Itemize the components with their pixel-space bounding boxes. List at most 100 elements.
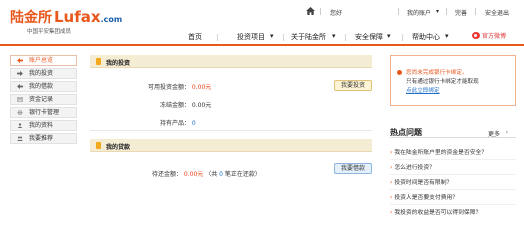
borrow-button[interactable]: 我要借款 bbox=[334, 163, 372, 174]
divider bbox=[398, 8, 399, 15]
weibo-link[interactable]: 官方微博 bbox=[472, 31, 506, 40]
bank-card-notice: 您尚未完成银行卡绑定。 只有通过银行卡绑定才能取现 点此立即绑定 bbox=[390, 55, 516, 106]
investment-panel: 我的投资 可用投资金额： 0.00元 冻结金额： 0.00元 持有产品： 0 我… bbox=[90, 55, 372, 127]
divider bbox=[283, 34, 284, 41]
divider bbox=[390, 204, 516, 205]
sidebar-item-label: 账户总览 bbox=[29, 57, 54, 64]
chevron-down-icon: ▾ bbox=[270, 32, 274, 40]
arrow-left-icon bbox=[17, 58, 23, 63]
panel-header: 我的投资 bbox=[90, 55, 372, 68]
logo-cn-text: 陆金所 bbox=[10, 10, 52, 26]
document-icon bbox=[17, 97, 23, 102]
faq-item-text: 投资时间是否有限制？ bbox=[394, 180, 453, 186]
loan-panel: 我的贷款 待还金额： 0.00元 （共 0 笔正在还款） 我要借款 bbox=[90, 139, 372, 189]
gear-icon bbox=[17, 110, 23, 115]
sidebar-item-label: 银行卡管理 bbox=[29, 109, 60, 116]
panel-marker bbox=[96, 58, 101, 65]
divider bbox=[390, 174, 516, 175]
header: 陆金所 Lufax .com 中国平安集团成员 您好 我的账户 ▾ 完善 安全退… bbox=[0, 0, 524, 35]
divider bbox=[217, 34, 218, 41]
divider bbox=[320, 8, 321, 15]
frozen-amount-row: 冻结金额： 0.00元 bbox=[126, 100, 211, 109]
nav-underline bbox=[0, 44, 524, 46]
invest-button[interactable]: 我要投资 bbox=[334, 80, 372, 91]
frozen-amount-label: 冻结金额： bbox=[159, 102, 190, 109]
sidebar-item-label: 我的借款 bbox=[29, 83, 54, 90]
divider bbox=[90, 130, 372, 131]
secure-exit-link[interactable]: 安全退出 bbox=[485, 8, 509, 17]
faq-item[interactable]: › 我投资的收益是否可以得到保障？ bbox=[390, 207, 481, 216]
notice-detail: 只有通过银行卡绑定才能取现 bbox=[406, 79, 479, 85]
available-balance-value: 0.00元 bbox=[191, 84, 212, 91]
sidebar-item-label: 我的投资 bbox=[29, 70, 54, 77]
chevron-right-icon[interactable]: › bbox=[506, 129, 508, 136]
faq-item[interactable]: › 投资时间是否有限制？ bbox=[390, 177, 452, 186]
greeting-text: 您好 bbox=[330, 10, 343, 17]
logo-domain-text: .com bbox=[100, 15, 123, 24]
repay-amount-label: 待还金额： bbox=[151, 171, 182, 178]
sidebar-item-label: 资金记录 bbox=[29, 96, 54, 103]
arrow-right-icon bbox=[17, 71, 23, 76]
available-balance-label: 可用投资金额： bbox=[147, 84, 190, 91]
repay-paren-open: （共 bbox=[205, 171, 218, 178]
nav-item-help[interactable]: 帮助中心 bbox=[412, 32, 440, 42]
nav-item-projects[interactable]: 投资项目 bbox=[237, 32, 265, 42]
divider bbox=[390, 189, 516, 190]
sidebar-item-overview[interactable]: 账户总览 bbox=[10, 55, 77, 66]
logo-en-text: Lufax bbox=[54, 8, 101, 26]
panel-title: 我的贷款 bbox=[106, 144, 131, 151]
products-held-row: 持有产品： 0 bbox=[126, 118, 196, 127]
alert-icon bbox=[397, 70, 402, 75]
divider bbox=[475, 8, 476, 15]
divider bbox=[390, 159, 516, 160]
faq-title: 热点问题 bbox=[390, 128, 422, 137]
panel-header: 我的贷款 bbox=[90, 139, 372, 152]
notice-warning: 您尚未完成银行卡绑定。 bbox=[406, 70, 468, 76]
faq-item-text: 我在陆金所账户里的资金是否安全？ bbox=[394, 150, 488, 156]
available-balance-row: 可用投资金额： 0.00元 bbox=[126, 82, 211, 91]
sidebar-item-label: 我的资料 bbox=[29, 122, 54, 129]
sidebar-item-label: 我要推荐 bbox=[29, 135, 54, 142]
sidebar-item-fund-records[interactable]: 资金记录 bbox=[10, 94, 77, 105]
repay-amount-value: 0.00元 bbox=[183, 171, 204, 178]
bullet-icon: › bbox=[390, 150, 393, 156]
divider bbox=[402, 34, 403, 41]
users-icon bbox=[17, 136, 23, 141]
faq-more-link[interactable]: 更多 bbox=[488, 129, 500, 138]
lufax-logo[interactable]: 陆金所 Lufax .com bbox=[10, 7, 122, 27]
sidebar-item-investments[interactable]: 我的投资 bbox=[10, 68, 77, 79]
repay-count-value: 0 bbox=[219, 171, 223, 178]
divider bbox=[446, 8, 447, 15]
products-held-value[interactable]: 0 bbox=[192, 120, 196, 127]
sidebar-item-loans[interactable]: 我的借款 bbox=[10, 81, 77, 92]
bind-card-link[interactable]: 点此立即绑定 bbox=[406, 86, 440, 94]
complete-link[interactable]: 完善 bbox=[455, 8, 467, 17]
repay-count-suffix: 笔正在还款） bbox=[224, 171, 261, 178]
main-nav: 首页 投资项目 ▾ 关于陆金所 ▾ 安全保障 ▾ 帮助中心 ▾ bbox=[0, 30, 524, 44]
bullet-icon: › bbox=[390, 180, 393, 186]
sidebar-item-bank-cards[interactable]: 银行卡管理 bbox=[10, 107, 77, 118]
panel-marker bbox=[96, 142, 101, 149]
home-icon[interactable] bbox=[306, 7, 315, 15]
faq-item-text: 怎么进行投资？ bbox=[394, 165, 435, 171]
products-held-label: 持有产品： bbox=[159, 120, 190, 127]
divider bbox=[345, 34, 346, 41]
bullet-icon: › bbox=[390, 165, 393, 171]
nav-item-security[interactable]: 安全保障 bbox=[355, 32, 383, 42]
nav-item-home[interactable]: 首页 bbox=[188, 32, 202, 42]
chevron-down-icon: ▾ bbox=[332, 32, 336, 40]
repay-amount-row: 待还金额： 0.00元 （共 0 笔正在还款） bbox=[126, 169, 261, 178]
weibo-icon bbox=[472, 32, 480, 39]
sidebar-item-profile[interactable]: 我的资料 bbox=[10, 120, 77, 131]
account-sidebar: 账户总览 我的投资 我的借款 资金记录 银行卡管理 我的资料 我要推荐 bbox=[10, 55, 77, 146]
faq-item[interactable]: › 投资人是否要支付费用？ bbox=[390, 192, 458, 201]
frozen-amount-value: 0.00元 bbox=[191, 102, 212, 109]
my-account-link[interactable]: 我的账户 bbox=[407, 8, 431, 17]
bullet-icon: › bbox=[390, 210, 393, 216]
faq-item[interactable]: › 我在陆金所账户里的资金是否安全？ bbox=[390, 147, 487, 156]
user-icon bbox=[17, 123, 23, 128]
nav-item-about[interactable]: 关于陆金所 bbox=[291, 32, 326, 42]
chevron-down-icon: ▾ bbox=[436, 8, 440, 15]
faq-item[interactable]: › 怎么进行投资？ bbox=[390, 162, 435, 171]
sidebar-item-referral[interactable]: 我要推荐 bbox=[10, 133, 77, 144]
